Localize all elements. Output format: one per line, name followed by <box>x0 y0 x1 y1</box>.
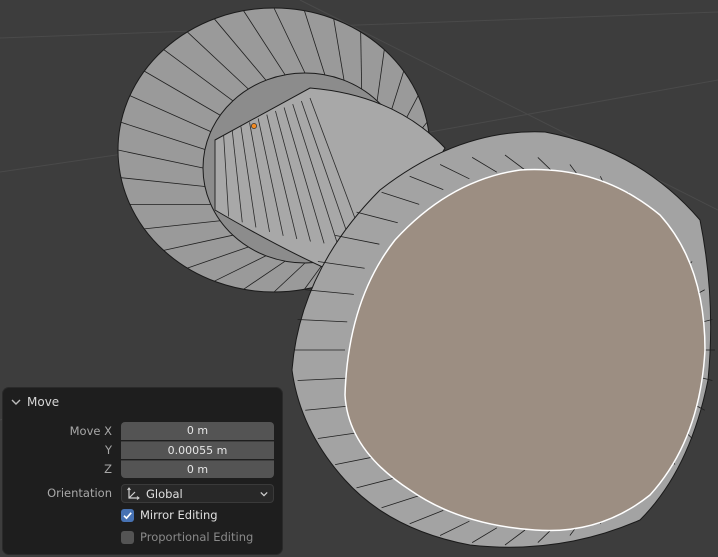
move-x-field[interactable]: 0 m <box>121 422 274 440</box>
move-y-field[interactable]: 0.00055 m <box>121 441 274 459</box>
move-x-label: Move X <box>69 424 112 438</box>
orientation-dropdown[interactable]: Global <box>121 484 274 503</box>
move-y-row: Y 0.00055 m <box>3 441 282 459</box>
proportional-editing-label: Proportional Editing <box>140 530 254 544</box>
mirror-editing-checkbox[interactable] <box>121 508 134 522</box>
move-z-label: Z <box>104 462 112 476</box>
checkmark-icon <box>123 511 132 519</box>
move-z-row: Z 0 m <box>3 460 282 478</box>
orientation-value: Global <box>146 486 183 501</box>
panel-title: Move <box>27 395 60 409</box>
panel-header[interactable]: Move <box>11 394 59 410</box>
move-z-field[interactable]: 0 m <box>121 460 274 478</box>
move-y-label: Y <box>104 443 112 457</box>
orientation-global-icon <box>127 486 140 500</box>
redo-panel: Move Move X 0 m Y 0.00055 m Z 0 m Orient… <box>3 388 282 554</box>
move-x-row: Move X 0 m <box>3 422 282 440</box>
chevron-down-icon <box>11 399 21 405</box>
origin-dot <box>251 123 257 129</box>
mirror-editing-label: Mirror Editing <box>140 508 218 522</box>
proportional-editing-option[interactable]: Proportional Editing <box>121 529 253 545</box>
chevron-down-icon <box>260 491 268 497</box>
proportional-editing-checkbox[interactable] <box>121 530 134 544</box>
orientation-label: Orientation <box>47 486 112 500</box>
mirror-editing-option[interactable]: Mirror Editing <box>121 507 218 523</box>
